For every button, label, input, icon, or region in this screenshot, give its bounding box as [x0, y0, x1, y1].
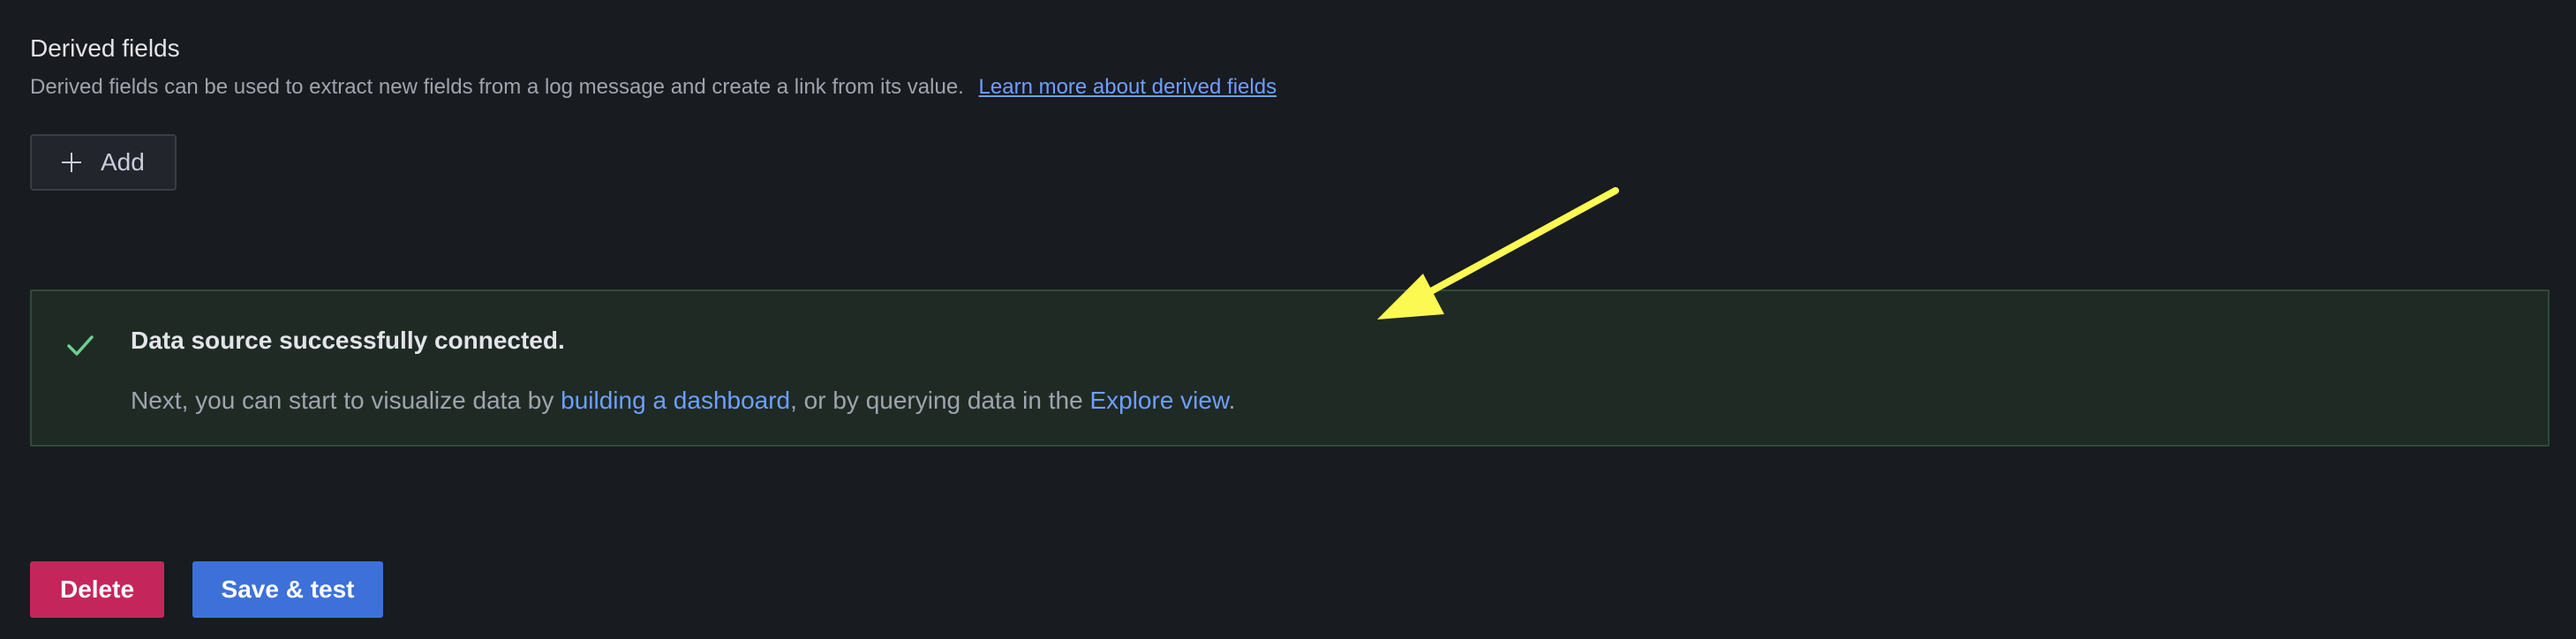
building-dashboard-link[interactable]: building a dashboard — [561, 387, 790, 414]
delete-button[interactable]: Delete — [30, 561, 164, 618]
alert-body-suffix: . — [1228, 387, 1236, 414]
add-derived-field-button[interactable]: Add — [30, 134, 177, 191]
alert-body: Next, you can start to visualize data by… — [131, 387, 1235, 415]
save-and-test-button[interactable]: Save & test — [192, 561, 383, 618]
explore-view-link[interactable]: Explore view — [1089, 387, 1228, 414]
page: Derived fields Derived fields can be use… — [0, 0, 2576, 639]
derived-fields-description-text: Derived fields can be used to extract ne… — [30, 75, 964, 99]
learn-more-link[interactable]: Learn more about derived fields — [979, 75, 1277, 99]
derived-fields-title: Derived fields — [30, 34, 180, 62]
alert-body-middle: , or by querying data in the — [790, 387, 1090, 414]
add-button-label: Add — [101, 148, 145, 176]
alert-title: Data source successfully connected. — [131, 327, 565, 354]
alert-body-prefix: Next, you can start to visualize data by — [131, 387, 561, 414]
plus-icon — [62, 153, 81, 172]
derived-fields-description: Derived fields can be used to extract ne… — [30, 75, 1277, 101]
success-alert: Data source successfully connected. Next… — [30, 289, 2550, 447]
check-icon — [67, 335, 94, 356]
annotation-arrow-icon — [1377, 187, 1619, 320]
